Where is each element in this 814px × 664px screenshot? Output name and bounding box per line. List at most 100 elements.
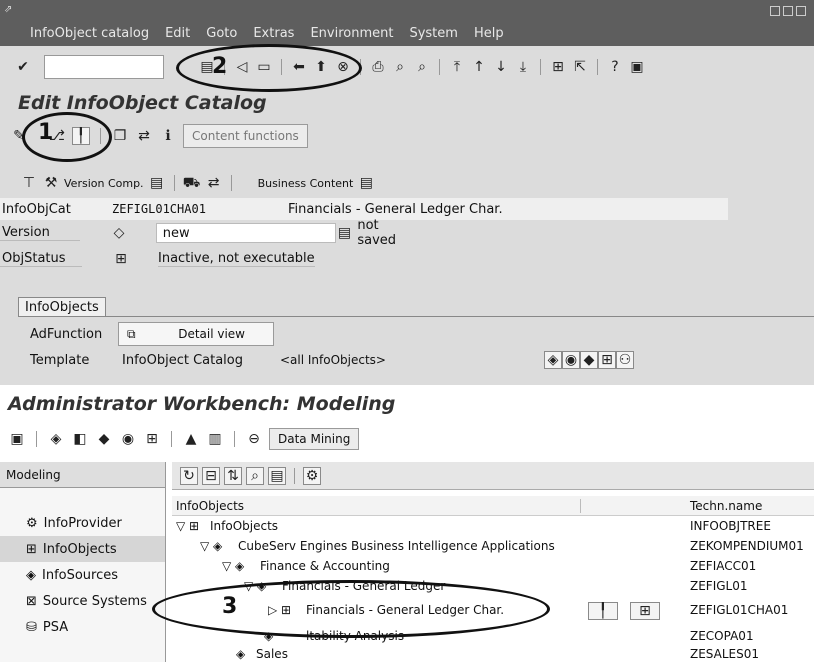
tree-header-row: InfoObjects Techn.name <box>172 496 814 516</box>
awb-title: Administrator Workbench: Modeling <box>8 393 396 415</box>
version-dropdown-icon[interactable]: ▤ <box>148 174 166 192</box>
business-content-icon[interactable]: ▲ <box>182 430 200 448</box>
navigation-icon[interactable]: ▣ <box>8 430 26 448</box>
version-dropdown-icon[interactable]: ▤ <box>336 224 354 242</box>
infoobjects-panel: AdFunction ⧉ Detail view Template InfoOb… <box>18 316 814 382</box>
close-icon[interactable] <box>796 6 806 16</box>
monitoring-icon[interactable]: ◧ <box>71 430 89 448</box>
business-content-button[interactable]: Business Content <box>258 177 354 190</box>
settings-icon[interactable]: ⚙ <box>303 466 321 485</box>
expand-icon[interactable]: ⊟ <box>202 466 220 485</box>
menu-goto[interactable]: Goto <box>206 26 237 41</box>
template-label: Template <box>30 352 90 368</box>
next-page-icon[interactable]: ↓ <box>492 58 510 76</box>
help-icon[interactable]: ? <box>606 58 624 76</box>
version-comp-button[interactable]: Version Comp. <box>64 177 144 190</box>
col-techn-name: Techn.name <box>690 499 763 513</box>
menu-infoobject-catalog[interactable]: InfoObject catalog <box>30 26 149 41</box>
tree-row[interactable]: ▽ ⊞ InfoObjects INFOOBJTREE <box>172 516 814 536</box>
infosource-icon[interactable]: ◈ <box>544 351 562 369</box>
modeling-icon[interactable]: ◈ <box>47 430 65 448</box>
tree-row-label: CubeServ Engines Business Intelligence A… <box>238 539 555 553</box>
callout-oval-1 <box>22 112 112 162</box>
menu-bar: ⇗ InfoObject catalog Edit Goto Extras En… <box>0 0 814 46</box>
infoobject-grid-icon[interactable]: ⊞ <box>598 351 616 369</box>
tree-row-tech: ZEFIGL01CHA01 <box>690 603 789 617</box>
callout-oval-2 <box>176 44 362 92</box>
menu-edit[interactable]: Edit <box>165 26 190 41</box>
tree-row-tech: ZEKOMPENDIUM01 <box>690 539 804 553</box>
callout-oval-3 <box>152 580 550 638</box>
nav-item-source-systems[interactable]: ⊠ Source Systems <box>0 588 165 614</box>
infoobjcat-field[interactable]: ZEFIGL01CHA01 <box>82 202 262 216</box>
version-comp-icon[interactable]: ⚒ <box>42 174 60 192</box>
info-icon[interactable]: ℹ <box>159 127 177 145</box>
transfer-icon[interactable]: ⇄ <box>205 174 223 192</box>
data-mining-button[interactable]: Data Mining <box>269 428 360 450</box>
tree-row[interactable]: ▽ ◈ Finance & Accounting ZEFIACC01 <box>172 556 814 576</box>
nav-item-infosources[interactable]: ◈ InfoSources <box>0 562 165 588</box>
nav-item-label: InfoObjects <box>42 541 117 557</box>
documents-icon[interactable]: ⊞ <box>143 430 161 448</box>
nav-item-psa[interactable]: ⛁ PSA <box>0 614 165 640</box>
tree-row-label: Sales <box>256 647 288 661</box>
shortcut-icon[interactable]: ⇱ <box>571 58 589 76</box>
tree-row[interactable]: ◈ Sales ZESALES01 <box>172 644 814 664</box>
expanded-icon: ▽ ◈ <box>222 559 245 573</box>
first-page-icon[interactable]: ⤒ <box>448 58 466 76</box>
tree-row[interactable]: ▽ ◈ CubeServ Engines Business Intelligen… <box>172 536 814 556</box>
new-session-icon[interactable]: ⊞ <box>549 58 567 76</box>
nav-item-infoobjects[interactable]: ⊞ InfoObjects <box>0 536 165 562</box>
nav-item-infoprovider[interactable]: ⚙ InfoProvider <box>0 510 165 536</box>
layout-menu-icon[interactable]: ▣ <box>628 58 646 76</box>
tree-toolbar: ↻ ⊟ ⇅ ⌕ ▤ ⚙ <box>172 462 814 490</box>
menu-environment[interactable]: Environment <box>310 26 393 41</box>
window-menu-icon[interactable]: ⇗ <box>4 4 12 15</box>
reporting-agent-icon[interactable]: ◆ <box>95 430 113 448</box>
enter-icon[interactable]: ✔ <box>14 58 32 76</box>
tab-infoobjects[interactable]: InfoObjects <box>18 297 106 317</box>
find-icon[interactable]: ⌕ <box>246 466 264 485</box>
detail-view-label: Detail view <box>178 327 245 341</box>
menu-help[interactable]: Help <box>474 26 504 41</box>
modeling-header[interactable]: Modeling <box>0 462 165 488</box>
find-icon[interactable]: ⌕ <box>391 58 409 76</box>
template-field[interactable]: <all InfoObjects> <box>280 353 544 367</box>
minimize-icon[interactable] <box>770 6 780 16</box>
detail-view-icon: ⧉ <box>127 326 136 341</box>
print-icon[interactable]: ⎙ <box>369 58 387 76</box>
command-field[interactable] <box>44 55 164 79</box>
list-icon[interactable]: ▤ <box>268 466 286 485</box>
standard-toolbar: ✔ ▤ ◁ ▭ ⬅ ⬆ ⊗ ⎙ ⌕ ⌕ ⤒ ↑ ↓ ⤓ ⊞ ⇱ ? ▣ <box>0 46 814 88</box>
metadata-icon[interactable]: ⊖ <box>245 430 263 448</box>
menu-extras[interactable]: Extras <box>253 26 294 41</box>
detail-view-button[interactable]: ⧉ Detail view <box>118 322 274 346</box>
nav-item-label: Source Systems <box>42 593 147 609</box>
refresh-icon[interactable]: ↻ <box>180 466 198 485</box>
sort-icon[interactable]: ⇅ <box>224 466 242 485</box>
maximize-icon[interactable] <box>783 6 793 16</box>
callout-number-2: 2 <box>212 54 228 79</box>
previous-page-icon[interactable]: ↑ <box>470 58 488 76</box>
content-functions-button[interactable]: Content functions <box>183 124 308 148</box>
activate-icon[interactable]: ╿ <box>588 602 618 620</box>
version-field[interactable]: new <box>155 223 336 243</box>
business-content-dropdown-icon[interactable]: ▤ <box>357 174 375 192</box>
transport-connection-icon[interactable]: ◉ <box>119 430 137 448</box>
cube-icon[interactable]: ◉ <box>562 351 580 369</box>
copy-icon[interactable]: ❐ <box>111 127 129 145</box>
transport-icon[interactable]: ⛟ <box>183 174 201 192</box>
last-page-icon[interactable]: ⤓ <box>514 58 532 76</box>
objstatus-label: ObjStatus <box>0 251 82 267</box>
callout-number-3: 3 <box>222 594 238 619</box>
transport-icon[interactable]: ⇄ <box>135 127 153 145</box>
translation-icon[interactable]: ▥ <box>206 430 224 448</box>
maintain-icon[interactable]: ⊞ <box>630 602 660 620</box>
infoobject-catalog-window: ⇗ InfoObject catalog Edit Goto Extras En… <box>0 0 814 385</box>
hierarchy-icon[interactable]: ⊤ <box>20 174 38 192</box>
find-next-icon[interactable]: ⌕ <box>413 58 431 76</box>
menu-system[interactable]: System <box>409 26 457 41</box>
ods-icon[interactable]: ◆ <box>580 351 598 369</box>
infoobjcat-description: Financials - General Ledger Char. <box>288 201 503 217</box>
person-icon[interactable]: ⚇ <box>616 351 634 369</box>
